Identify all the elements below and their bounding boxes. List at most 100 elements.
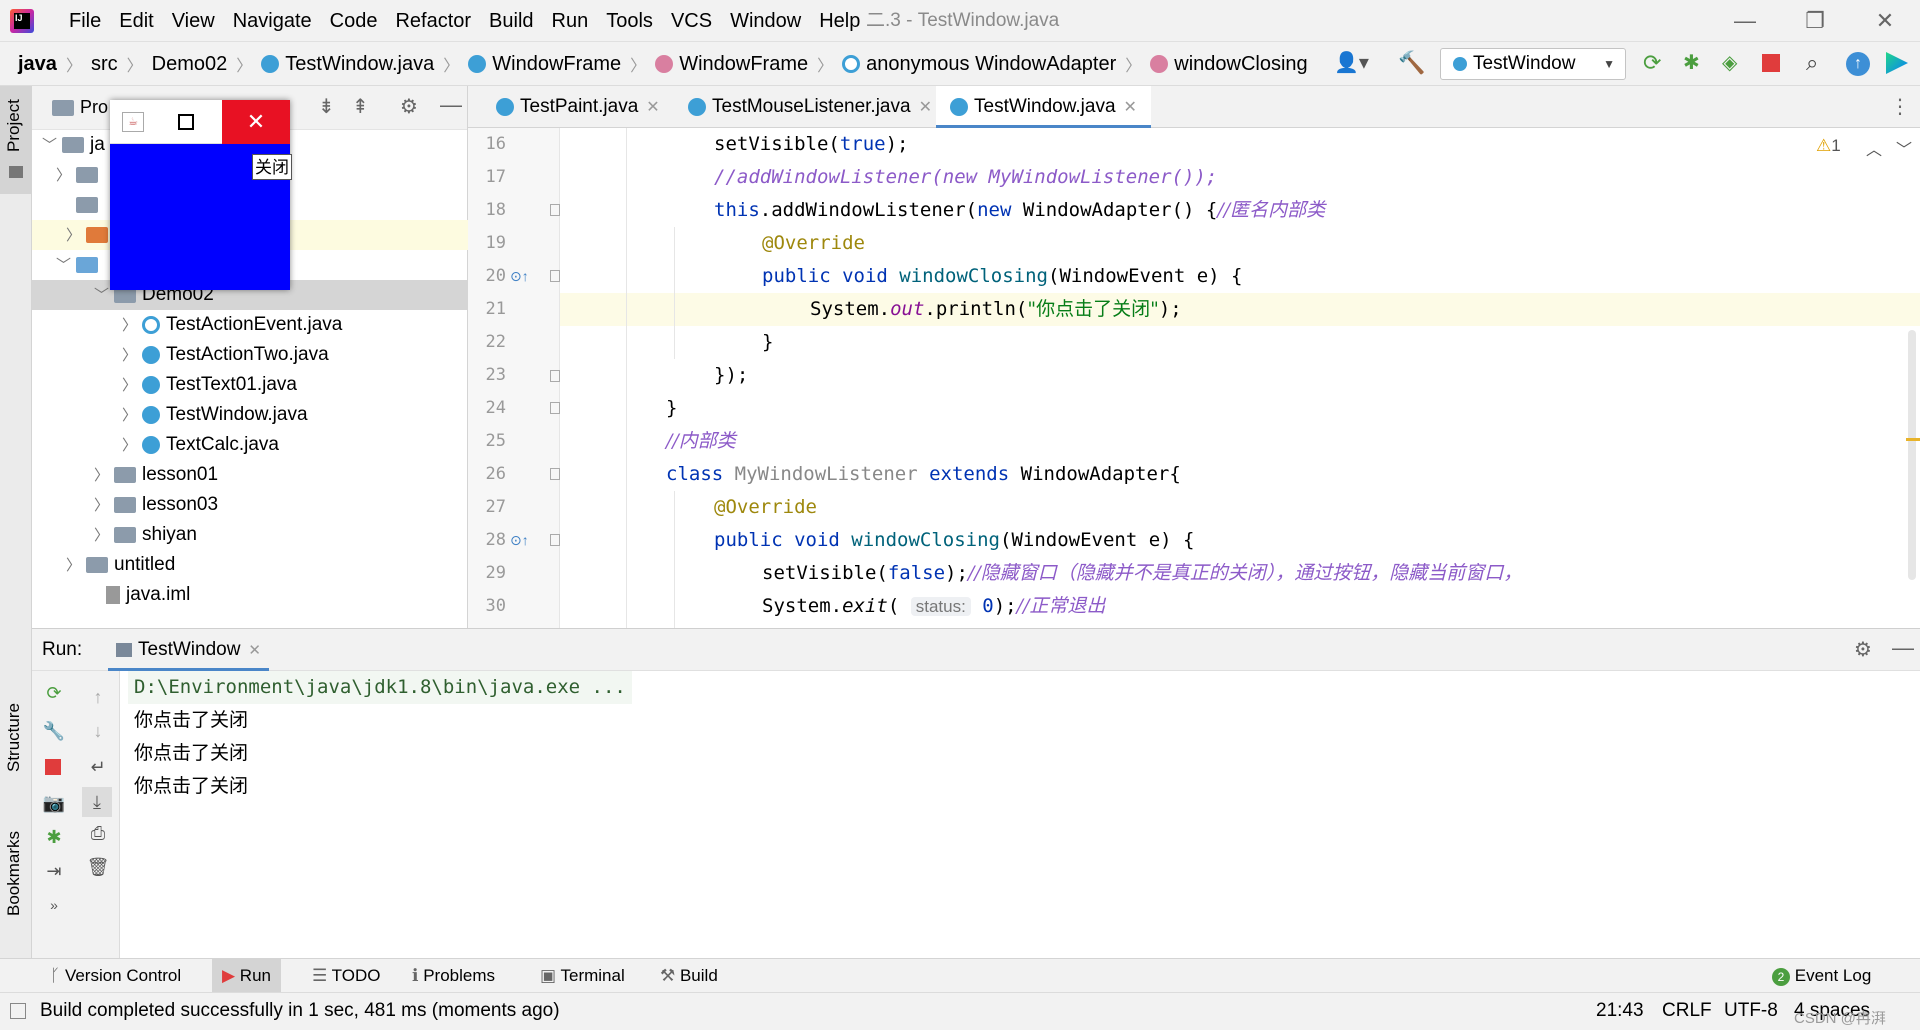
tab-run[interactable]: ▶ Run	[212, 959, 281, 993]
run-tab-testwindow[interactable]: TestWindow ✕	[108, 629, 269, 671]
more-icon[interactable]: »	[42, 893, 66, 917]
fold-icon[interactable]	[550, 204, 560, 216]
gear-icon[interactable]: ⚙	[1854, 637, 1872, 662]
tree-item-folder[interactable]: 〉 untitled	[66, 550, 175, 580]
caret-position[interactable]: 21:43	[1596, 1000, 1644, 1022]
down-arrow-icon[interactable]: ↓	[86, 719, 110, 743]
event-log-button[interactable]: 2 Event Log	[1772, 959, 1871, 993]
stop-icon[interactable]	[1762, 54, 1780, 72]
tree-item-file[interactable]: 〉 TextCalc.java	[122, 430, 279, 460]
tree-item-folder[interactable]: 〉 lesson03	[94, 490, 218, 520]
close-icon[interactable]: ✕	[248, 642, 261, 659]
warnings-indicator[interactable]: ⚠1	[1816, 136, 1841, 156]
fold-icon[interactable]	[550, 270, 560, 282]
wrench-icon[interactable]: 🔧	[42, 719, 66, 743]
tree-row-collapsed[interactable]	[56, 190, 104, 220]
tab-testpaint[interactable]: TestPaint.java ✕	[482, 86, 660, 128]
tree-item-file[interactable]: java.iml	[86, 580, 190, 610]
crumb-demo02[interactable]: Demo02	[152, 53, 228, 76]
menu-code[interactable]: Code	[321, 0, 387, 42]
exit-icon[interactable]: ⇥	[42, 859, 66, 883]
menu-tools[interactable]: Tools	[597, 0, 662, 42]
rerun-icon[interactable]: ⟳	[1643, 50, 1661, 76]
scroll-to-end-icon[interactable]: ⤓	[82, 787, 112, 817]
expand-all-icon[interactable]: ⇟	[318, 94, 335, 119]
close-window-button[interactable]: ✕	[1850, 0, 1920, 42]
rerun-icon[interactable]: ⟳	[42, 681, 66, 705]
collapse-all-icon[interactable]: ⇞	[352, 94, 369, 119]
menu-vcs[interactable]: VCS	[662, 0, 721, 42]
print-icon[interactable]: ⎙	[86, 821, 110, 845]
debug-icon[interactable]: ✱	[1683, 50, 1700, 75]
tab-problems[interactable]: ℹ Problems	[412, 959, 495, 993]
crumb-testwindow[interactable]: TestWindow.java	[285, 53, 434, 76]
crumb-windowclosing[interactable]: windowClosing	[1174, 53, 1307, 76]
run-config-select[interactable]: TestWindow ▼	[1440, 48, 1626, 80]
warning-stripe[interactable]	[1906, 438, 1920, 441]
menu-build[interactable]: Build	[480, 0, 542, 42]
close-icon[interactable]: ✕	[919, 99, 932, 116]
panel-toggle-icon[interactable]	[10, 1003, 26, 1019]
crumb-src[interactable]: src	[91, 53, 118, 76]
tab-testwindow[interactable]: TestWindow.java ✕	[936, 86, 1151, 128]
menu-edit[interactable]: Edit	[110, 0, 162, 42]
menu-help[interactable]: Help	[810, 0, 869, 42]
fold-icon[interactable]	[550, 370, 560, 382]
tab-terminal[interactable]: ▣ Terminal	[540, 959, 625, 993]
java-frame-window[interactable]: ☕ ✕	[110, 100, 290, 290]
tab-version-control[interactable]: ᚴ Version Control	[50, 959, 181, 993]
minimize-button[interactable]: —	[1710, 0, 1780, 42]
maximize-button[interactable]	[178, 114, 194, 130]
menu-view[interactable]: View	[163, 0, 224, 42]
tab-todo[interactable]: ☰ TODO	[312, 959, 380, 993]
next-highlight-icon[interactable]: ﹀	[1896, 136, 1912, 160]
prev-highlight-icon[interactable]: ︿	[1866, 136, 1882, 160]
tab-testmouselistener[interactable]: TestMouseListener.java ✕	[674, 86, 932, 128]
override-marker-icon[interactable]: ⊙↑	[510, 532, 529, 549]
tree-row-collapsed[interactable]: 〉	[56, 160, 104, 190]
hide-panel-icon[interactable]: —	[440, 92, 462, 118]
menu-file[interactable]: File	[60, 0, 110, 42]
soft-wrap-icon[interactable]: ↵	[86, 755, 110, 779]
override-marker-icon[interactable]: ⊙↑	[510, 268, 529, 285]
user-icon[interactable]: 👤▾	[1334, 50, 1369, 75]
search-icon[interactable]: ⌕	[1806, 50, 1818, 76]
stop-icon[interactable]	[45, 759, 61, 775]
gear-icon[interactable]: ⚙	[400, 94, 418, 119]
tree-item-file[interactable]: 〉 TestActionTwo.java	[122, 340, 329, 370]
hammer-build-icon[interactable]: 🔨	[1398, 50, 1425, 76]
hide-panel-icon[interactable]: —	[1892, 635, 1914, 661]
crumb-anonymous[interactable]: anonymous WindowAdapter	[866, 53, 1116, 76]
editor-scrollbar[interactable]	[1908, 330, 1916, 580]
status-message[interactable]: Build completed successfully in 1 sec, 4…	[40, 1000, 560, 1022]
tree-item-file[interactable]: 〉 TestActionEvent.java	[122, 310, 342, 340]
console-output[interactable]: D:\Environment\java\jdk1.8\bin\java.exe …	[128, 671, 632, 803]
tree-item-file[interactable]: 〉 TestText01.java	[122, 370, 297, 400]
project-panel-title[interactable]: Pro	[80, 97, 108, 118]
menu-window[interactable]: Window	[721, 0, 810, 42]
tree-row-expanded[interactable]: ﹀	[56, 250, 104, 280]
code-area[interactable]: setVisible(true); //addWindowListener(ne…	[560, 128, 1920, 628]
fold-icon[interactable]	[550, 534, 560, 546]
trash-icon[interactable]: 🗑	[86, 855, 110, 879]
menu-navigate[interactable]: Navigate	[224, 0, 321, 42]
crumb-java[interactable]: java	[18, 53, 57, 76]
fold-icon[interactable]	[550, 402, 560, 414]
tab-build[interactable]: ⚒ Build	[660, 959, 718, 993]
crumb-windowframe-ctor[interactable]: WindowFrame	[679, 53, 808, 76]
tree-item-file[interactable]: 〉 TestWindow.java	[122, 400, 308, 430]
restore-button[interactable]: ❐	[1780, 0, 1850, 42]
update-icon[interactable]: ↑	[1846, 52, 1870, 76]
fold-icon[interactable]	[550, 468, 560, 480]
more-tabs-icon[interactable]: ⋮	[1890, 94, 1910, 119]
crumb-windowframe-class[interactable]: WindowFrame	[492, 53, 621, 76]
menu-refactor[interactable]: Refactor	[386, 0, 480, 42]
debug-icon[interactable]: ✱	[42, 825, 66, 849]
coverage-icon[interactable]: ◈	[1722, 50, 1737, 75]
java-frame-titlebar[interactable]: ☕ ✕	[110, 100, 290, 144]
tree-item-folder[interactable]: 〉 lesson01	[94, 460, 218, 490]
line-separator[interactable]: CRLF	[1662, 1000, 1712, 1022]
structure-tab-label[interactable]: Structure	[4, 703, 24, 772]
project-tab-label[interactable]: Project	[4, 99, 24, 152]
tree-item-folder[interactable]: 〉 shiyan	[94, 520, 197, 550]
